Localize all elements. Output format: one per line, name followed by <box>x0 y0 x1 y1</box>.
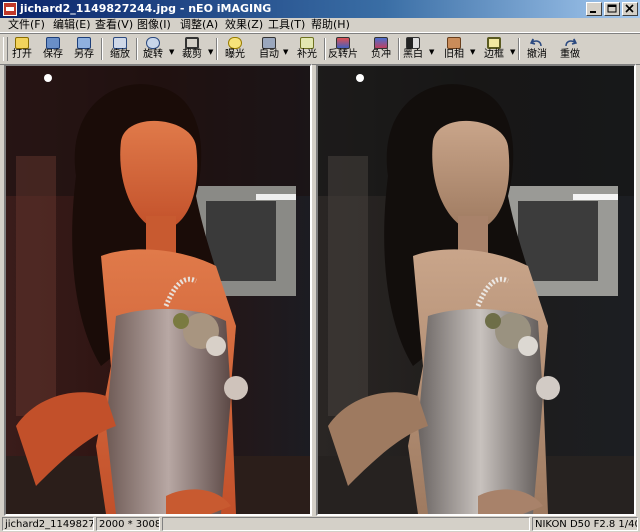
zoom-icon <box>113 37 127 49</box>
original-image-pane[interactable] <box>4 64 312 516</box>
close-icon <box>625 4 634 13</box>
menu-effects[interactable]: 效果(Z) <box>225 18 263 32</box>
fill-light-button[interactable]: 补光 <box>292 36 322 62</box>
magic-wand-icon <box>262 37 276 49</box>
maximize-icon <box>607 4 617 13</box>
invert-button[interactable]: 反转片 <box>328 36 358 62</box>
crop-dropdown-icon[interactable]: ▼ <box>208 48 213 56</box>
save-as-icon <box>77 37 91 49</box>
menu-help[interactable]: 帮助(H) <box>311 18 350 32</box>
redo-button[interactable]: 重做 <box>555 36 585 62</box>
processed-photo <box>318 66 634 514</box>
toolbar: 打开 保存 另存 缩放 旋转 ▼ 裁剪 ▼ 曝光 自动 ▼ 补光 反转片 负冲 … <box>0 33 640 65</box>
rotate-icon <box>146 37 160 49</box>
menu-bar: 文件(F) 编辑(E) 查看(V) 图像(I) 调整(A) 效果(Z) 工具(T… <box>0 18 640 33</box>
exposure-button[interactable]: 曝光 <box>220 36 250 62</box>
menu-tools[interactable]: 工具(T) <box>268 18 305 32</box>
app-icon[interactable] <box>3 2 17 16</box>
save-as-button[interactable]: 另存 <box>69 36 99 62</box>
bw-button[interactable]: 黑白 <box>398 36 428 62</box>
film-icon <box>336 37 350 49</box>
original-photo <box>6 66 310 514</box>
close-button[interactable] <box>622 2 638 16</box>
status-dimensions: 2000 * 3008 <box>96 517 160 531</box>
menu-adjust[interactable]: 调整(A) <box>180 18 218 32</box>
border-dropdown-icon[interactable]: ▼ <box>510 48 515 56</box>
menu-view[interactable]: 查看(V) <box>95 18 133 32</box>
status-empty <box>162 517 530 531</box>
auto-button[interactable]: 自动 <box>254 36 284 62</box>
vintage-icon <box>447 37 461 49</box>
negative-icon <box>374 37 388 49</box>
minimize-button[interactable] <box>586 2 602 16</box>
sun-icon <box>228 37 242 49</box>
status-exif: NIKON D50 F2.8 1/4000s <box>532 517 638 531</box>
crop-button[interactable]: 裁剪 <box>177 36 207 62</box>
zoom-button[interactable]: 缩放 <box>105 36 135 62</box>
window-title: jichard2_1149827244.jpg - nEO iMAGING <box>20 2 272 15</box>
minimize-icon <box>590 11 596 13</box>
vintage-button[interactable]: 旧相 <box>439 36 469 62</box>
frame-icon <box>487 37 501 49</box>
border-button[interactable]: 边框 <box>479 36 509 62</box>
undo-button[interactable]: 撤消 <box>522 36 552 62</box>
window-controls <box>586 2 638 16</box>
disk-icon <box>46 37 60 49</box>
menu-file[interactable]: 文件(F) <box>8 18 45 32</box>
menu-image[interactable]: 图像(I) <box>137 18 171 32</box>
menu-edit[interactable]: 编辑(E) <box>53 18 91 32</box>
redo-icon <box>563 37 578 49</box>
rotate-button[interactable]: 旋转 <box>138 36 168 62</box>
title-bar: jichard2_1149827244.jpg - nEO iMAGING <box>0 0 640 18</box>
status-bar: jichard2_1149827244.jpg 2000 * 3008 NIKO… <box>0 516 640 532</box>
bw-icon <box>406 37 420 49</box>
maximize-button[interactable] <box>604 2 620 16</box>
folder-icon <box>15 37 29 49</box>
status-filename: jichard2_1149827244.jpg <box>2 517 94 531</box>
crop-icon <box>185 37 199 49</box>
undo-icon <box>529 37 544 49</box>
processed-image-pane[interactable] <box>316 64 636 516</box>
fill-light-icon <box>300 37 314 49</box>
